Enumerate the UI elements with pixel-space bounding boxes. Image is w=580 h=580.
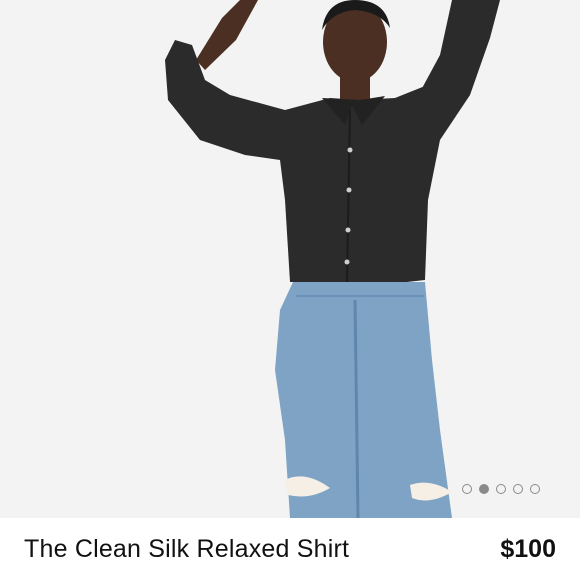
carousel-indicators — [462, 482, 540, 496]
model-photo — [165, 0, 500, 518]
product-info-bar: The Clean Silk Relaxed Shirt $100 — [0, 518, 580, 580]
product-title[interactable]: The Clean Silk Relaxed Shirt — [24, 535, 349, 564]
carousel-dot-2[interactable] — [479, 484, 489, 494]
carousel-dot-5[interactable] — [530, 484, 540, 494]
product-price: $100 — [500, 535, 556, 563]
product-card[interactable]: The Clean Silk Relaxed Shirt $100 — [0, 0, 580, 580]
carousel-dot-1[interactable] — [462, 484, 472, 494]
product-image[interactable] — [0, 0, 580, 518]
carousel-dot-3[interactable] — [496, 484, 506, 494]
carousel-dot-4[interactable] — [513, 484, 523, 494]
